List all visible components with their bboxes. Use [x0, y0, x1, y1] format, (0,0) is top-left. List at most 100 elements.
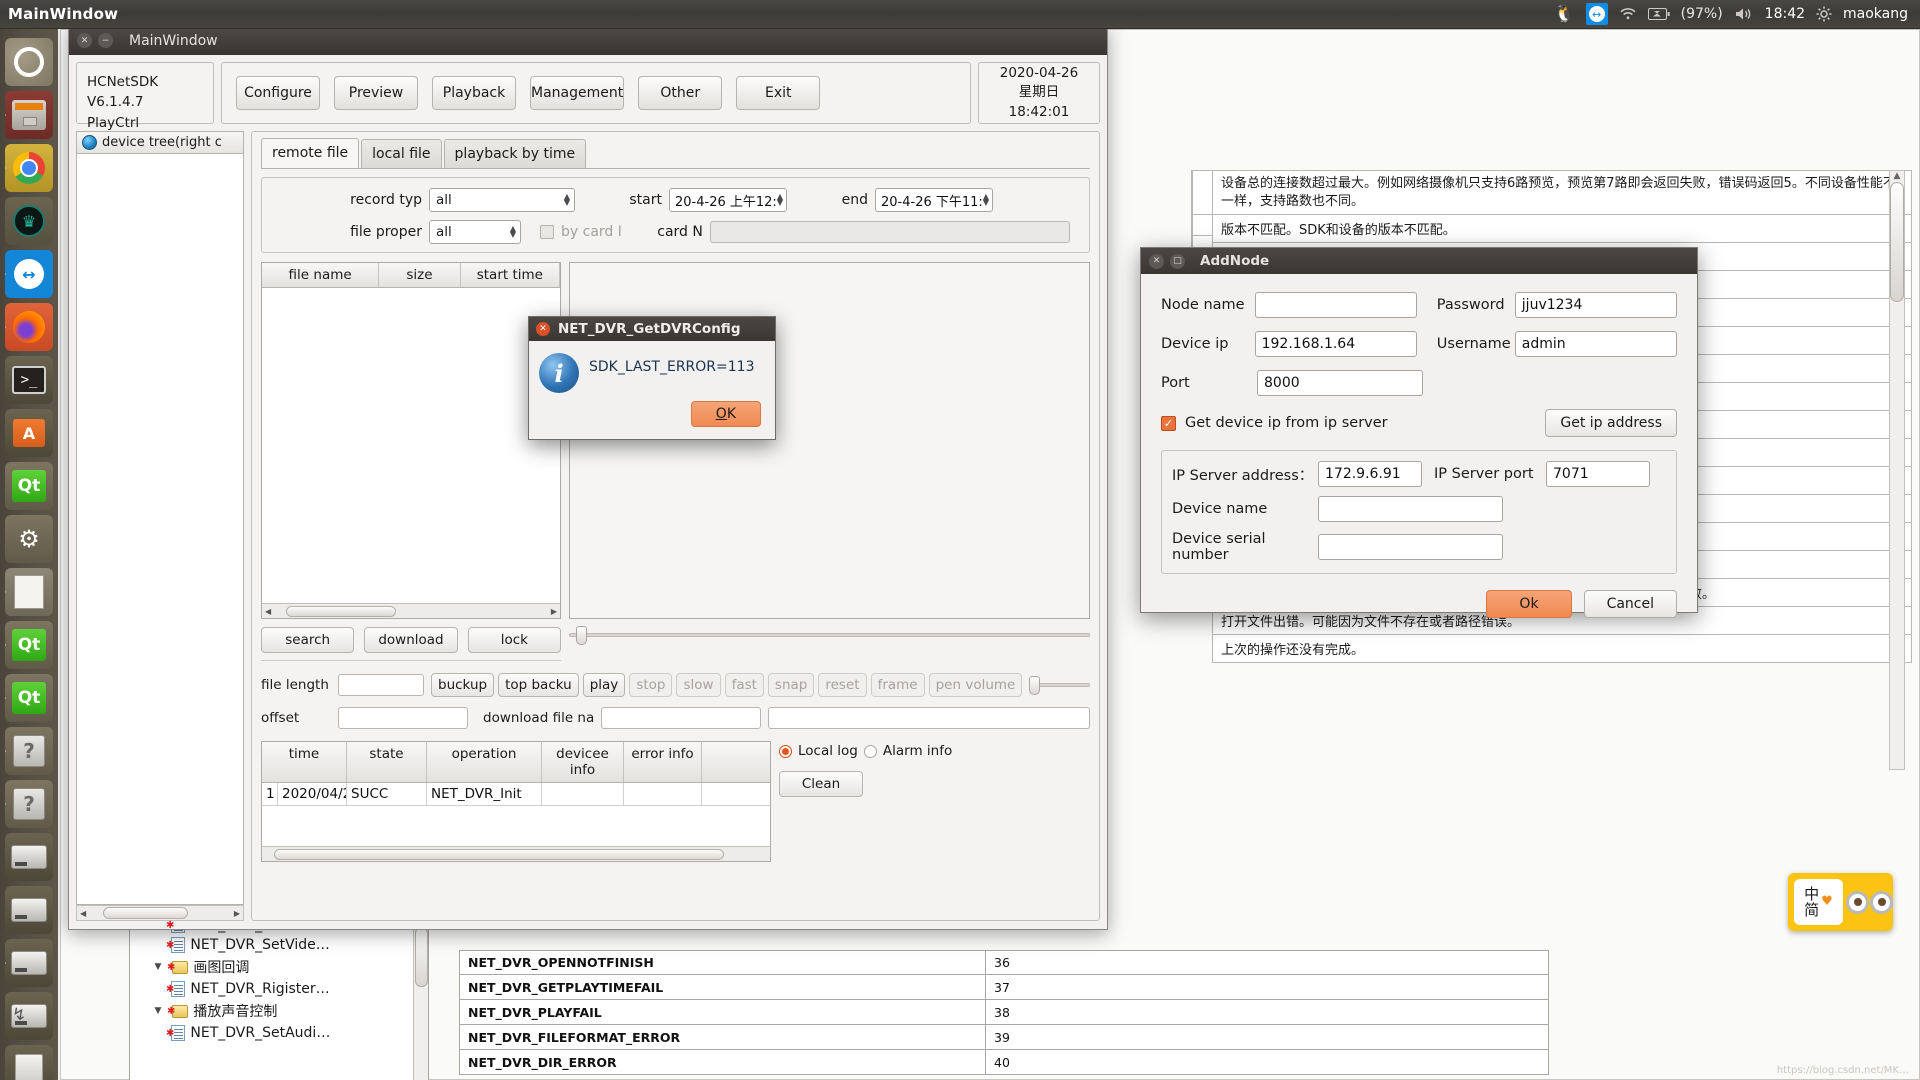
- tree-item[interactable]: ✱ NET_DVR_SetVide…: [136, 935, 426, 955]
- hard-disk-icon[interactable]: [5, 886, 53, 934]
- file-property-combo[interactable]: all ▲ ▼: [429, 220, 521, 244]
- ime-indicator[interactable]: 中 简 ♥: [1788, 873, 1893, 931]
- close-icon[interactable]: ✕: [536, 322, 550, 336]
- scroll-up-icon[interactable]: ▲: [1890, 171, 1904, 181]
- teamviewer-icon[interactable]: ↔: [5, 250, 53, 298]
- alarm-info-radio[interactable]: [863, 744, 877, 758]
- addnode-titlebar[interactable]: ✕ □ AddNode: [1141, 248, 1697, 274]
- scroll-right-icon[interactable]: ▶: [548, 607, 560, 616]
- filelist-column-start-time[interactable]: start time: [461, 263, 560, 287]
- teamviewer-icon[interactable]: ↔: [1585, 3, 1608, 25]
- download-filename-input[interactable]: [601, 707, 762, 729]
- main-window-titlebar[interactable]: ✕ − MainWindow: [69, 26, 1107, 55]
- scroll-left-icon[interactable]: ◀: [262, 607, 274, 616]
- volume-icon[interactable]: [1734, 3, 1754, 25]
- message-ok-button[interactable]: OK: [690, 401, 761, 427]
- end-datetime-edit[interactable]: 20-4-26 下午11: ▲ ▼: [875, 188, 993, 212]
- device-tree-hscroll[interactable]: ◀ ▶: [76, 905, 244, 921]
- scroll-left-icon[interactable]: ◀: [77, 909, 89, 918]
- chevron-updown-icon[interactable]: ▲ ▼: [564, 193, 570, 207]
- linux-penguin-icon[interactable]: 🐧: [1553, 3, 1574, 25]
- chevron-down-icon[interactable]: ▼: [152, 1006, 164, 1016]
- scrollbar-thumb[interactable]: [103, 907, 189, 919]
- log-column-state[interactable]: state: [347, 742, 427, 782]
- filelist-column-size[interactable]: size: [379, 263, 461, 287]
- chevron-down-icon[interactable]: ▼: [152, 962, 164, 972]
- file-button-search[interactable]: search: [261, 627, 355, 653]
- tab-remote-file[interactable]: remote file: [261, 138, 360, 168]
- scrollbar-thumb[interactable]: [414, 927, 428, 987]
- maximize-icon[interactable]: □: [1170, 253, 1185, 269]
- remote-file-list[interactable]: file name size start time ◀ ▶: [261, 262, 561, 619]
- scrollbar-thumb[interactable]: [286, 605, 397, 617]
- minimize-icon[interactable]: −: [98, 33, 113, 48]
- terminal-icon[interactable]: >_: [5, 356, 53, 404]
- tree-item[interactable]: ✱ NET_DVR_SetAudi…: [136, 1023, 426, 1043]
- tree-item[interactable]: ▼ ✱ 画图回调: [136, 955, 426, 979]
- main-button-other[interactable]: Other: [638, 76, 723, 110]
- wifi-icon[interactable]: [1619, 3, 1637, 25]
- clean-button[interactable]: Clean: [779, 771, 863, 797]
- panel-clock[interactable]: 18:42: [1765, 6, 1805, 22]
- ubuntu-icon[interactable]: [5, 38, 53, 86]
- card-no-input[interactable]: [709, 221, 1070, 243]
- tree-item[interactable]: ▼ ✱ 播放声音控制: [136, 999, 426, 1023]
- dark-circle-icon[interactable]: ♛: [5, 197, 53, 245]
- trash-icon[interactable]: [5, 1045, 53, 1080]
- scrollbar-thumb[interactable]: [1890, 182, 1904, 302]
- device-tree-header[interactable]: device tree(right c: [76, 131, 244, 154]
- addnode-ok-button[interactable]: Ok: [1486, 590, 1572, 618]
- filelist-body[interactable]: [262, 288, 560, 603]
- log-column-time[interactable]: time: [262, 742, 347, 782]
- record-type-combo[interactable]: all ▲ ▼: [429, 188, 575, 212]
- extra-input[interactable]: [768, 707, 1090, 729]
- username-input[interactable]: admin: [1514, 331, 1677, 357]
- log-row[interactable]: 12020/04/2…SUCCNET_DVR_Init: [262, 783, 770, 806]
- hard-disk-icon[interactable]: [5, 939, 53, 987]
- main-button-playback[interactable]: Playback: [432, 76, 516, 110]
- main-button-management[interactable]: Management: [530, 76, 625, 110]
- ip-server-address-input[interactable]: 172.9.6.91: [1318, 461, 1422, 487]
- log-hscroll[interactable]: [262, 846, 770, 861]
- chevron-updown-icon[interactable]: ▲ ▼: [777, 193, 783, 207]
- hard-disk-icon[interactable]: [5, 833, 53, 881]
- get-ip-from-server-checkbox[interactable]: ✓: [1161, 415, 1176, 431]
- node-name-input[interactable]: [1254, 292, 1417, 318]
- document-vertical-scrollbar[interactable]: ▲: [1889, 170, 1905, 770]
- gear-icon[interactable]: [1816, 3, 1832, 25]
- chevron-updown-icon[interactable]: ▲ ▼: [510, 225, 516, 239]
- tab-playback-by-time[interactable]: playback by time: [443, 139, 587, 168]
- qt-icon[interactable]: Qt: [5, 621, 53, 669]
- log-column-error-info[interactable]: error info: [624, 742, 702, 782]
- device-tree-body[interactable]: [76, 154, 244, 905]
- device-name-input[interactable]: [1318, 496, 1503, 522]
- briefcase-a-icon[interactable]: A: [5, 409, 53, 457]
- qt-icon[interactable]: Qt: [5, 674, 53, 722]
- sdk-function-tree[interactable]: ✱NET_DVR_GetVide…✱NET_DVR_SetVide…▼✱画图回调…: [129, 910, 429, 1080]
- file-cabinet-icon[interactable]: [5, 91, 53, 139]
- scroll-right-icon[interactable]: ▶: [231, 909, 243, 918]
- volume-slider-handle[interactable]: [1029, 675, 1041, 695]
- file-button-download[interactable]: download: [364, 627, 458, 653]
- addnode-cancel-button[interactable]: Cancel: [1583, 590, 1677, 618]
- by-card-checkbox[interactable]: [540, 225, 554, 239]
- usb-disk-icon[interactable]: ↯: [5, 992, 53, 1040]
- tree-item[interactable]: ✱ NET_DVR_Rigister…: [136, 979, 426, 999]
- log-column-operation[interactable]: operation: [427, 742, 542, 782]
- device-serial-input[interactable]: [1318, 534, 1503, 560]
- question-mark-icon[interactable]: ?: [5, 780, 53, 828]
- device-ip-input[interactable]: 192.168.1.64: [1254, 331, 1417, 357]
- slider-handle[interactable]: [576, 626, 587, 645]
- main-button-exit[interactable]: Exit: [736, 76, 821, 110]
- get-ip-address-button[interactable]: Get ip address: [1545, 409, 1677, 437]
- battery-icon[interactable]: [1647, 3, 1670, 25]
- close-icon[interactable]: ✕: [77, 33, 92, 48]
- playback-progress-slider[interactable]: [569, 626, 1090, 645]
- playback-button-buckup[interactable]: buckup: [431, 673, 495, 697]
- question-mark-icon[interactable]: ?: [5, 727, 53, 775]
- log-table[interactable]: time state operation devicee info error info…: [261, 741, 771, 862]
- close-icon[interactable]: ✕: [1149, 253, 1164, 269]
- ip-server-port-input[interactable]: 7071: [1546, 461, 1650, 487]
- port-input[interactable]: 8000: [1257, 370, 1423, 396]
- qt-icon[interactable]: Qt: [5, 462, 53, 510]
